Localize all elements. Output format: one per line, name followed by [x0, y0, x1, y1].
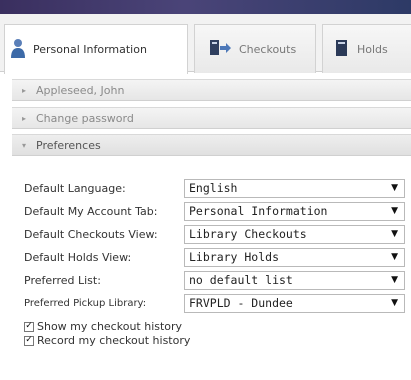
- pref-preferred-list: Preferred List: no default list ▼: [24, 270, 411, 290]
- person-icon: [11, 38, 25, 61]
- section-password-label: Change password: [36, 111, 134, 125]
- pref-label: Preferred List:: [24, 273, 101, 287]
- pref-default-holds-view: Default Holds View: Library Holds ▼: [24, 247, 411, 267]
- book-icon: [335, 38, 349, 61]
- show-checkout-history-option: ✓ Show my checkout history: [24, 320, 182, 333]
- preferred-pickup-library-select[interactable]: FRVPLD - Dundee ▼: [184, 293, 405, 313]
- checkbox-label: Show my checkout history: [37, 320, 183, 333]
- collapsed-caret-icon: ▸: [22, 85, 27, 95]
- select-value: English: [189, 181, 238, 195]
- pref-default-language: Default Language: English ▼: [24, 178, 411, 198]
- books-icon: [209, 38, 231, 61]
- select-value: Personal Information: [189, 204, 328, 218]
- tab-label: Holds: [357, 42, 388, 56]
- dropdown-arrow-icon: ▼: [391, 274, 398, 285]
- default-language-select[interactable]: English ▼: [184, 178, 405, 198]
- select-value: Library Checkouts: [189, 227, 307, 241]
- tab-label: Checkouts: [239, 42, 297, 56]
- select-value: FRVPLD - Dundee: [189, 296, 293, 310]
- tab-holds[interactable]: Holds: [322, 24, 411, 73]
- dropdown-arrow-icon: ▼: [391, 251, 398, 262]
- record-checkout-history-option: ✓ Record my checkout history: [24, 334, 190, 347]
- select-value: no default list: [189, 273, 293, 287]
- default-account-tab-select[interactable]: Personal Information ▼: [184, 201, 405, 221]
- preferred-list-select[interactable]: no default list ▼: [184, 270, 405, 290]
- section-preferences[interactable]: ▾ Preferences: [12, 134, 411, 156]
- tab-label: Personal Information: [33, 43, 147, 56]
- pref-default-checkouts-view: Default Checkouts View: Library Checkout…: [24, 224, 411, 244]
- section-change-password[interactable]: ▸ Change password: [12, 107, 411, 129]
- checkbox-label: Record my checkout history: [37, 334, 191, 347]
- section-preferences-label: Preferences: [36, 138, 101, 152]
- pref-label: Default My Account Tab:: [24, 204, 158, 218]
- section-account[interactable]: ▸ Appleseed, John: [12, 79, 411, 101]
- select-value: Library Holds: [189, 250, 280, 264]
- collapsed-caret-icon: ▸: [22, 113, 27, 123]
- record-checkout-history-checkbox[interactable]: ✓: [24, 335, 34, 346]
- show-checkout-history-checkbox[interactable]: ✓: [24, 321, 34, 332]
- tab-checkouts[interactable]: Checkouts: [194, 24, 316, 73]
- pref-label: Default Holds View:: [24, 250, 132, 264]
- expanded-caret-icon: ▾: [22, 140, 27, 150]
- pref-label: Preferred Pickup Library:: [24, 297, 147, 309]
- dropdown-arrow-icon: ▼: [391, 228, 398, 239]
- tab-personal-information[interactable]: Personal Information: [4, 24, 188, 74]
- default-holds-view-select[interactable]: Library Holds ▼: [184, 247, 405, 267]
- pref-default-account-tab: Default My Account Tab: Personal Informa…: [24, 201, 411, 221]
- pref-label: Default Language:: [24, 181, 126, 195]
- dropdown-arrow-icon: ▼: [391, 297, 398, 308]
- tab-bar: Personal Information Checkouts Holds: [0, 14, 411, 74]
- section-account-label: Appleseed, John: [36, 83, 125, 97]
- pref-preferred-pickup-library: Preferred Pickup Library: FRVPLD - Dunde…: [24, 293, 411, 313]
- dropdown-arrow-icon: ▼: [391, 182, 398, 193]
- pref-label: Default Checkouts View:: [24, 227, 158, 241]
- default-checkouts-view-select[interactable]: Library Checkouts ▼: [184, 224, 405, 244]
- dropdown-arrow-icon: ▼: [391, 205, 398, 216]
